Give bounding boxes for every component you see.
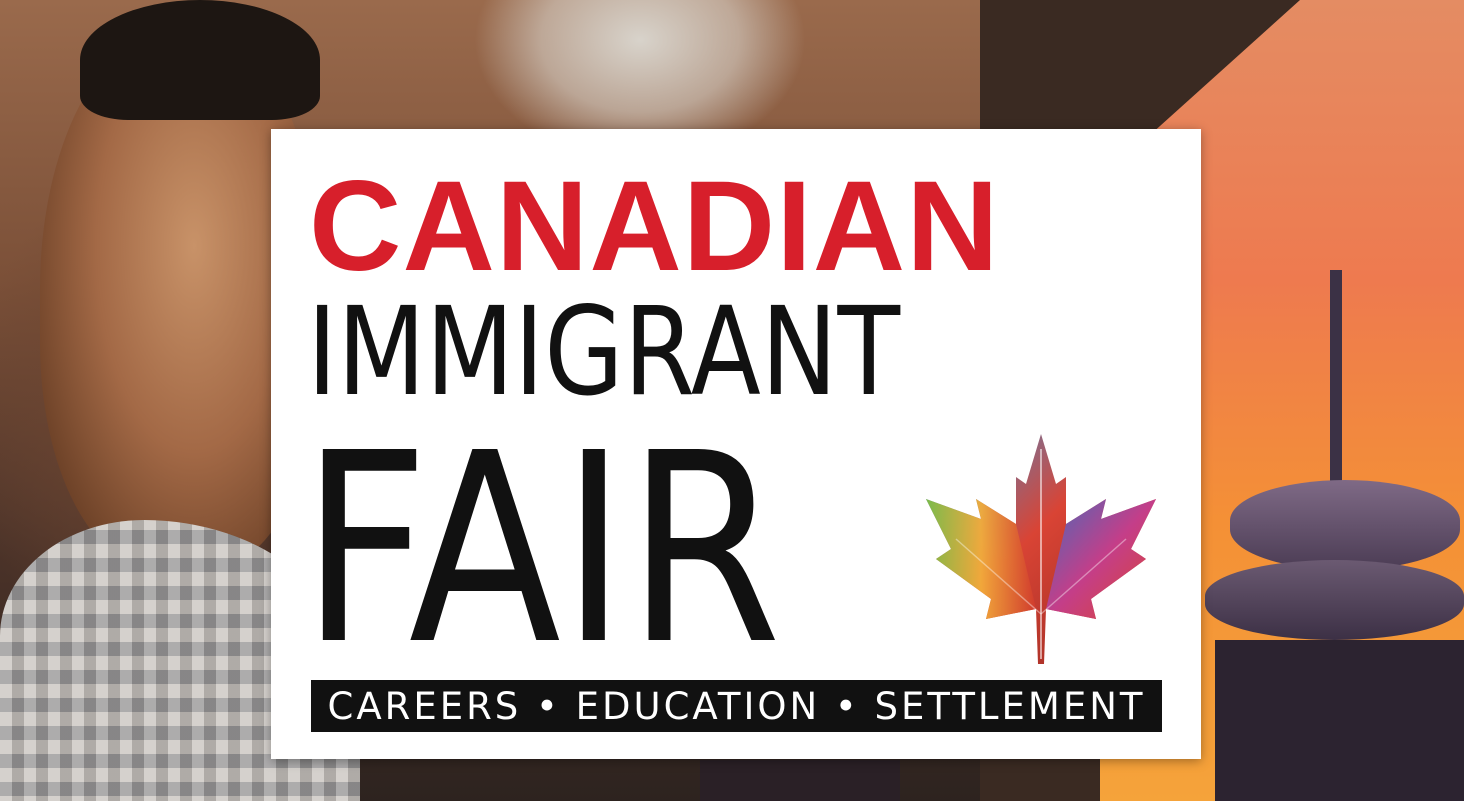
- tower-building: [1215, 640, 1464, 801]
- logo-card: CANADIAN IMMIGRANT FAIR CAREERS • EDUCAT…: [271, 129, 1201, 759]
- logo-title-fair: FAIR: [301, 397, 782, 702]
- distant-building: [700, 760, 900, 801]
- logo-tagline: CAREERS • EDUCATION • SETTLEMENT: [311, 680, 1162, 732]
- logo-title-canadian: CANADIAN: [309, 155, 1000, 298]
- tower-upper-deck: [1230, 480, 1460, 570]
- tower-lower-deck: [1205, 560, 1464, 640]
- maple-leaf-icon: [926, 434, 1156, 664]
- tower-antenna: [1330, 270, 1342, 510]
- logo-title-immigrant: IMMIGRANT: [307, 281, 901, 423]
- smiling-man-hair: [80, 0, 320, 120]
